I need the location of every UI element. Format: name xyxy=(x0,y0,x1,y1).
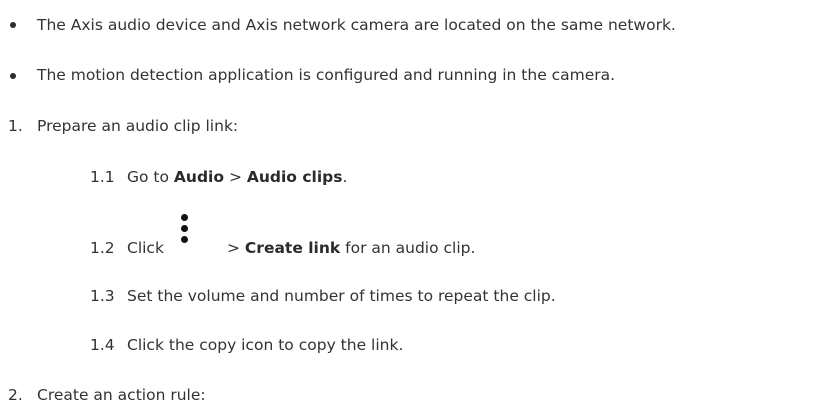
path-separator: > xyxy=(227,239,245,257)
substep-text-before: Go to xyxy=(127,168,174,186)
step-number: 1. xyxy=(8,117,23,135)
step-text: Prepare an audio clip link: xyxy=(37,117,239,135)
substep-text: Click the copy icon to copy the link. xyxy=(127,336,404,354)
substep-text-before: Click xyxy=(127,239,164,257)
substep-text: Go to Audio > Audio clips. xyxy=(127,167,347,187)
bullet-marker xyxy=(10,73,16,79)
more-vertical-icon xyxy=(180,214,188,244)
bullet-text: The motion detection application is conf… xyxy=(37,66,616,84)
step-number: 2. xyxy=(8,386,23,404)
path-separator: > xyxy=(224,168,247,186)
menu-audio-clips: Audio clips xyxy=(246,168,343,186)
bullet-text: The Axis audio device and Axis network c… xyxy=(37,16,676,34)
menu-audio: Audio xyxy=(173,168,225,186)
substep-number: 1.4 xyxy=(90,336,115,354)
substep-text-after: for an audio clip. xyxy=(340,239,476,257)
substep-text: Set the volume and number of times to re… xyxy=(127,287,556,305)
substep-text-after: . xyxy=(342,168,348,186)
substep-text-after-icon: > Create link for an audio clip. xyxy=(227,238,475,258)
substep-number: 1.1 xyxy=(90,168,115,186)
bullet-marker xyxy=(10,22,16,28)
substep-number: 1.2 xyxy=(90,239,115,257)
step-text: Create an action rule: xyxy=(37,386,206,404)
substep-number: 1.3 xyxy=(90,287,115,305)
create-link-label: Create link xyxy=(244,239,341,257)
